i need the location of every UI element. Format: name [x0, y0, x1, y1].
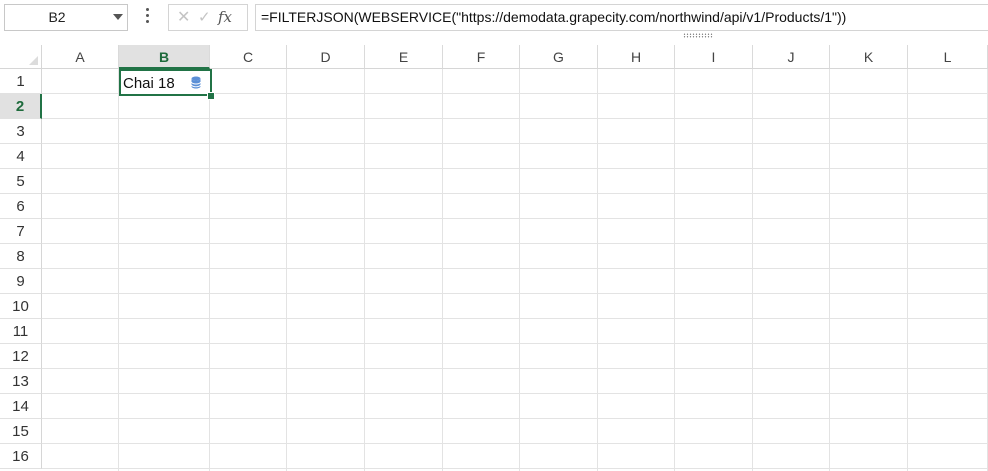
row-header-5[interactable]: 5 [0, 169, 42, 194]
formula-bar: B2 ✕ ✓ fx =FILTERJSON(WEBSERVICE("https:… [0, 0, 988, 38]
formula-input[interactable]: =FILTERJSON(WEBSERVICE("https://demodata… [255, 4, 988, 31]
row-header-9[interactable]: 9 [0, 269, 42, 294]
column-header-l[interactable]: L [908, 45, 988, 69]
column-header-e[interactable]: E [365, 45, 443, 69]
gridline-vertical [752, 69, 753, 471]
gridline-vertical [209, 69, 210, 471]
select-all-corner[interactable] [0, 45, 42, 69]
gridline-vertical [442, 69, 443, 471]
column-header-b[interactable]: B [119, 45, 210, 69]
column-header-f[interactable]: F [443, 45, 520, 69]
gridline-horizontal [42, 168, 988, 169]
gridline-horizontal [42, 118, 988, 119]
active-cell-b2[interactable]: Chai 18 [119, 69, 212, 96]
check-icon[interactable]: ✓ [198, 8, 211, 28]
formula-text: =FILTERJSON(WEBSERVICE("https://demodata… [261, 9, 847, 25]
insert-function-icon[interactable]: fx [218, 7, 232, 27]
gridline-horizontal [42, 243, 988, 244]
more-options-icon[interactable] [143, 8, 151, 28]
row-header-2[interactable]: 2 [0, 94, 42, 119]
row-header-1[interactable]: 1 [0, 69, 42, 94]
row-header-12[interactable]: 12 [0, 344, 42, 369]
gridline-vertical [118, 69, 119, 471]
column-header-c[interactable]: C [210, 45, 287, 69]
column-header-g[interactable]: G [520, 45, 598, 69]
row-header-3[interactable]: 3 [0, 119, 42, 144]
gridline-vertical [829, 69, 830, 471]
gridline-horizontal [42, 443, 988, 444]
gridline-vertical [907, 69, 908, 471]
gridline-vertical [519, 69, 520, 471]
gridline-horizontal [42, 368, 988, 369]
gridline-vertical [286, 69, 287, 471]
row-header-8[interactable]: 8 [0, 244, 42, 269]
row-header-11[interactable]: 11 [0, 319, 42, 344]
row-header-16[interactable]: 16 [0, 444, 42, 469]
gridline-horizontal [42, 143, 988, 144]
gridline-vertical [674, 69, 675, 471]
gridline-horizontal [42, 468, 988, 469]
gridline-horizontal [42, 218, 988, 219]
row-header-14[interactable]: 14 [0, 394, 42, 419]
gridline-horizontal [42, 393, 988, 394]
name-box[interactable]: B2 [4, 4, 128, 31]
gridline-horizontal [42, 343, 988, 344]
row-header-4[interactable]: 4 [0, 144, 42, 169]
gridline-horizontal [42, 193, 988, 194]
close-icon[interactable]: ✕ [177, 8, 190, 28]
column-header-d[interactable]: D [287, 45, 365, 69]
column-header-h[interactable]: H [598, 45, 675, 69]
cell-area[interactable] [42, 69, 988, 471]
gridline-horizontal [42, 293, 988, 294]
gridline-horizontal [42, 318, 988, 319]
fill-handle[interactable] [207, 92, 215, 100]
gridline-vertical [597, 69, 598, 471]
gridline-vertical [364, 69, 365, 471]
row-header-7[interactable]: 7 [0, 219, 42, 244]
gridline-horizontal [42, 268, 988, 269]
row-header-13[interactable]: 13 [0, 369, 42, 394]
resize-grip-icon[interactable] [683, 33, 713, 38]
database-icon[interactable] [191, 76, 201, 89]
row-header-10[interactable]: 10 [0, 294, 42, 319]
formula-actions: ✕ ✓ fx [168, 4, 248, 31]
column-header-i[interactable]: I [675, 45, 753, 69]
spreadsheet-grid: ABCDEFGHIJKL 1 2 3 4 5 6 7 8 9 10 11 12 13 14 15 16 Cha… [0, 45, 988, 471]
chevron-down-icon[interactable] [113, 14, 123, 20]
row-header-15[interactable]: 15 [0, 419, 42, 444]
row-header-6[interactable]: 6 [0, 194, 42, 219]
column-header-a[interactable]: A [42, 45, 119, 69]
cell-value: Chai 18 [123, 75, 175, 92]
column-header-k[interactable]: K [830, 45, 908, 69]
name-box-value: B2 [48, 9, 66, 25]
gridline-horizontal [42, 418, 988, 419]
column-header-j[interactable]: J [753, 45, 830, 69]
